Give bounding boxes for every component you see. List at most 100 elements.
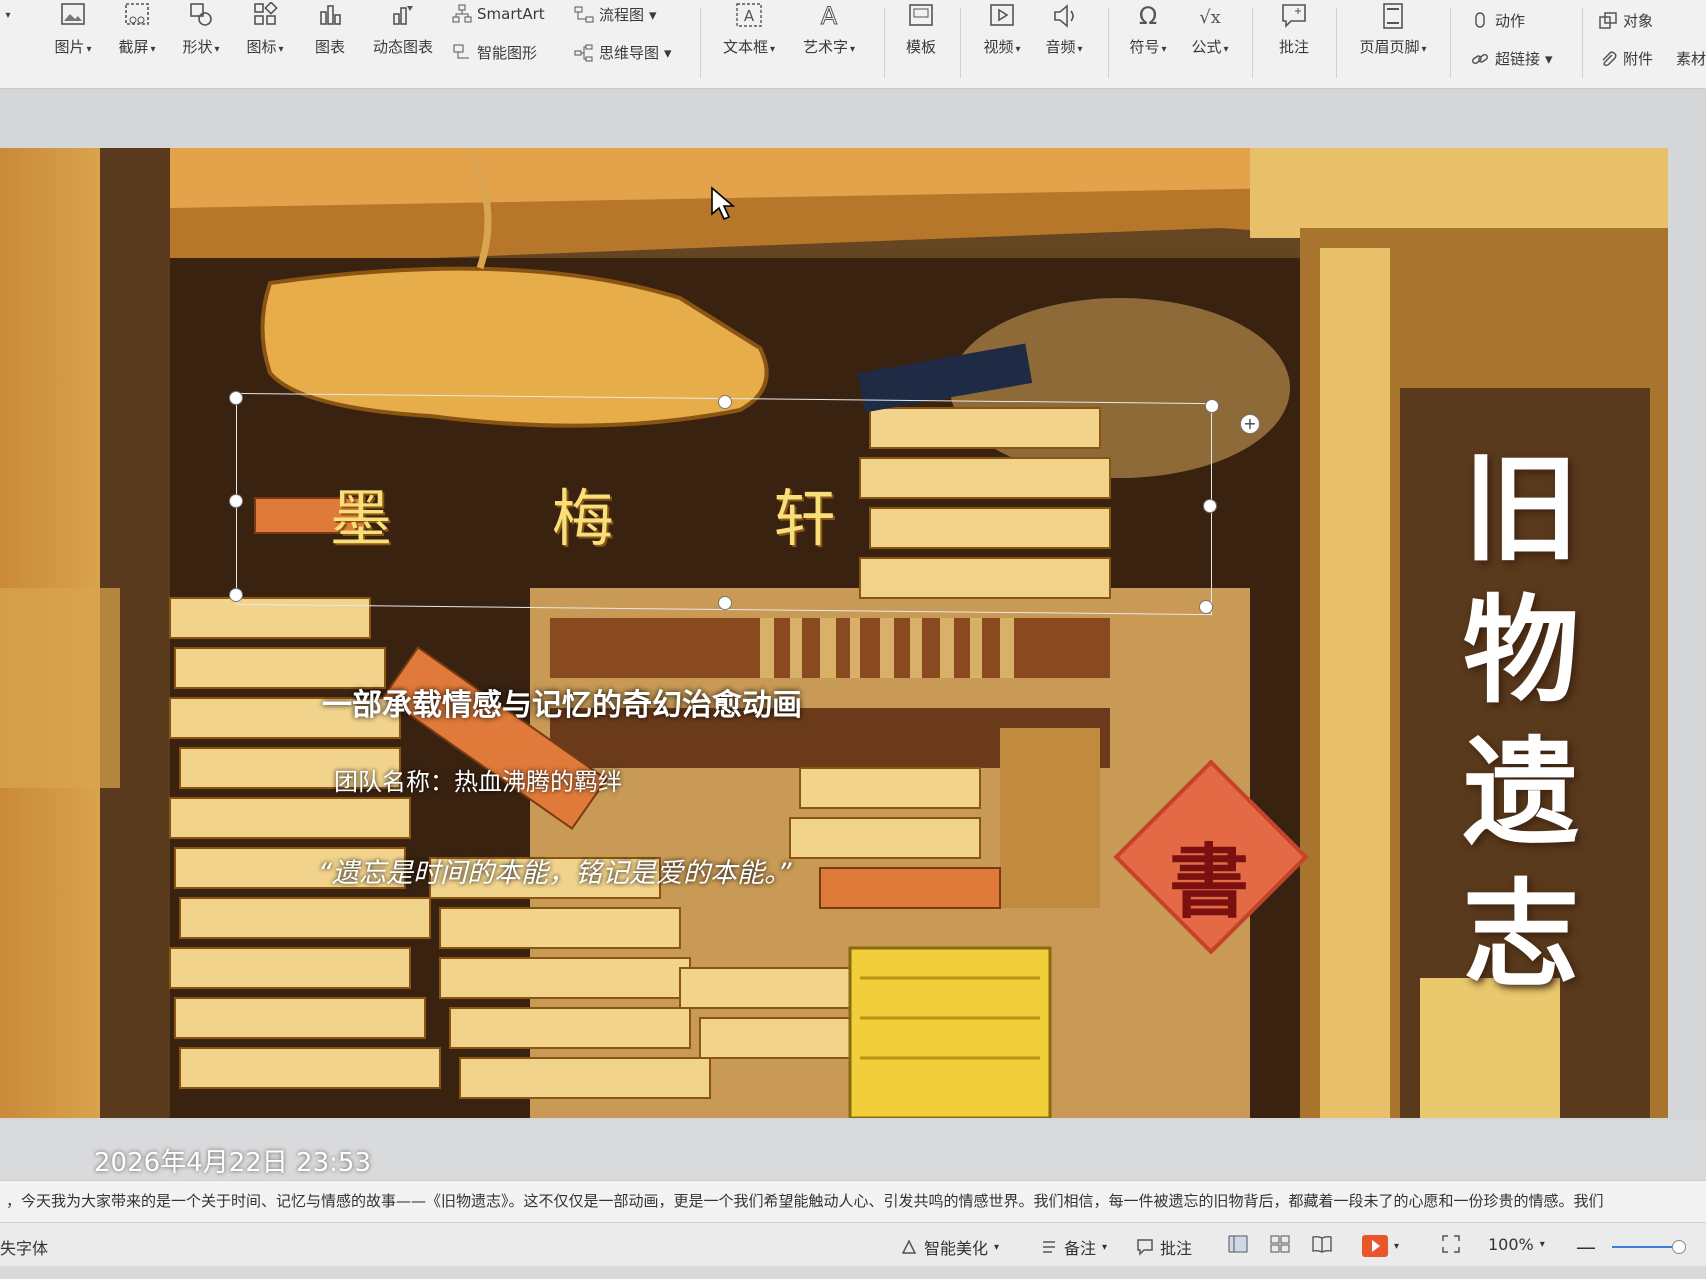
ribbon-symbol-button[interactable]: Ω 符号 ▾ [1120,2,1176,57]
team-name-text[interactable]: 团队名称：热血沸腾的羁绊 [334,762,622,797]
ribbon-icons-button[interactable]: 图标 ▾ [240,2,290,57]
symbol-label: 符号 [1129,38,1160,56]
resize-handle[interactable] [1205,399,1219,413]
bookshop-illustration [0,148,1668,1118]
ribbon-hyperlink-button[interactable]: 超链接 ▾ [1470,48,1553,69]
vertical-title[interactable]: 旧 物 遗 志 [1446,438,1596,1006]
slide-subtitle[interactable]: 一部承载情感与记忆的奇幻治愈动画 [322,680,802,724]
ribbon-divider [700,8,701,78]
smartart-icon [452,4,472,23]
ribbon-divider [884,8,885,78]
ribbon-chart-label: 图表 [314,38,345,56]
comments-toggle-label: 批注 [1160,1239,1193,1258]
svg-text:A: A [744,7,755,25]
resize-handle[interactable] [1203,499,1217,513]
quote-text[interactable]: “遗忘是时间的本能，铭记是爱的本能。” [318,851,791,890]
resize-handle[interactable] [229,588,243,602]
status-bar: 失字体 智能美化 ▾ 备注 ▾ 批注 ▾ 100% ▾ — [0,1222,1706,1269]
fit-window-button[interactable] [1442,1235,1460,1253]
speaker-notes-text[interactable]: ，今天我为大家带来的是一个关于时间、记忆与情感的故事——《旧物遗志》。这不仅仅是… [6,1190,1604,1211]
ribbon-dynamic-chart-label: 动态图表 [372,38,433,56]
template-label: 模板 [905,38,936,56]
zoom-slider-thumb[interactable] [1672,1240,1686,1254]
ribbon-picture-label: 图片 [54,38,85,56]
notes-toggle-label: 备注 [1064,1239,1097,1258]
selection-box [236,392,1212,616]
normal-view-icon [1228,1235,1248,1253]
ribbon-smart-shape-button[interactable]: 智能图形 [452,42,537,63]
chart-icon [320,5,341,25]
ribbon-prev-caret[interactable]: ▾ [0,4,14,22]
ribbon-divider [1582,8,1583,78]
resize-handle[interactable] [229,494,243,508]
ribbon-object-button[interactable]: 对象 [1598,10,1653,31]
play-icon [1362,1235,1388,1257]
smart-beautify-button[interactable]: 智能美化 ▾ [900,1235,999,1259]
resize-handle[interactable] [1199,600,1213,614]
action-icon [1475,11,1485,28]
os-taskbar [0,1266,1706,1279]
ribbon-textbox-button[interactable]: A 文本框 ▾ [716,2,782,57]
ribbon-shapes-button[interactable]: 形状 ▾ [176,2,226,57]
ribbon-video-button[interactable]: 视频 ▾ [974,2,1030,57]
formula-label: 公式 [1191,38,1222,56]
ribbon-material-button[interactable]: 素材 [1676,48,1706,69]
ribbon-dynamic-chart-button[interactable]: 动态图表 [366,2,440,57]
ribbon-action-button[interactable]: 动作 [1470,10,1525,31]
paperclip-icon [1602,50,1617,66]
mouse-pointer-icon [711,186,736,221]
normal-view-button[interactable] [1228,1235,1248,1253]
ribbon-audio-button[interactable]: 音频 ▾ [1036,2,1092,57]
add-handle-icon[interactable]: + [1240,414,1260,434]
ribbon-picture-button[interactable]: 图片 ▾ [48,2,98,57]
omega-icon: Ω [1139,2,1157,30]
slide-sorter-button[interactable] [1270,1235,1290,1253]
ribbon-attachment-button[interactable]: 附件 [1598,48,1653,69]
reading-view-button[interactable] [1312,1235,1332,1253]
ribbon-screenshot-button[interactable]: 截屏 ▾ [112,2,162,57]
speaker-icon [1054,4,1074,28]
ribbon-template-button[interactable]: 模板 [898,2,944,57]
ribbon-header-footer-button[interactable]: 页眉页脚 ▾ [1350,2,1436,57]
title-char: 遗 [1463,725,1579,861]
template-icon [909,4,933,26]
mindmap-icon [574,44,593,61]
ribbon-screenshot-label: 截屏 [118,38,149,56]
link-icon [1471,53,1489,64]
slideshow-play-button[interactable]: ▾ [1362,1235,1399,1257]
wordart-label: 艺术字 [802,38,848,56]
beautify-label: 智能美化 [924,1239,989,1258]
grid-view-icon [1270,1235,1290,1253]
ribbon-comment-button[interactable]: 批注 [1266,2,1322,57]
smartart-label: SmartArt [477,5,545,23]
picture-icon [61,3,85,25]
ribbon-divider [1336,8,1337,78]
attachment-label: 附件 [1623,50,1654,68]
comment-icon [1137,1239,1153,1256]
missing-font-indicator[interactable]: 失字体 [0,1235,48,1259]
notes-toggle-button[interactable]: 备注 ▾ [1040,1235,1107,1259]
resize-handle[interactable] [718,395,732,409]
audio-label: 音频 [1045,38,1076,56]
ribbon-chart-button[interactable]: 图表 [306,2,354,57]
ribbon-flowchart-button[interactable]: 流程图 ▾ [574,4,657,25]
shapes-icon [190,3,212,26]
resize-handle[interactable] [229,391,243,405]
zoom-level-dropdown[interactable]: 100% ▾ [1488,1235,1545,1254]
zoom-slider-track[interactable] [1612,1246,1678,1248]
ribbon-formula-button[interactable]: √x 公式 ▾ [1182,2,1238,57]
resize-handle[interactable] [718,596,732,610]
missing-font-label: 失字体 [0,1239,49,1258]
ribbon-wordart-button[interactable]: A 艺术字 ▾ [796,2,862,57]
comments-toggle-button[interactable]: 批注 [1136,1235,1192,1259]
slide-canvas[interactable]: 墨 梅 轩 + 一部承载情感与记忆的奇幻治愈动画 团队名称：热血沸腾的羁绊 “遗… [0,148,1668,1118]
insert-ribbon: ▾ 图片 ▾ 截屏 ▾ 形状 ▾ 图标 ▾ 图表 动态图表 SmartArt 流程图 ▾ … [0,0,1706,89]
ribbon-divider [1450,8,1451,78]
speaker-notes-pane[interactable]: ，今天我为大家带来的是一个关于时间、记忆与情感的故事——《旧物遗志》。这不仅仅是… [0,1180,1706,1223]
ribbon-smartart-button[interactable]: SmartArt [452,4,545,24]
material-label: 素材 [1676,50,1706,68]
book-icon [1312,1235,1332,1253]
ribbon-mindmap-button[interactable]: 思维导图 ▾ [574,42,672,63]
fu-sign-character: 書 [1169,835,1249,929]
zoom-out-button[interactable]: — [1576,1235,1596,1259]
